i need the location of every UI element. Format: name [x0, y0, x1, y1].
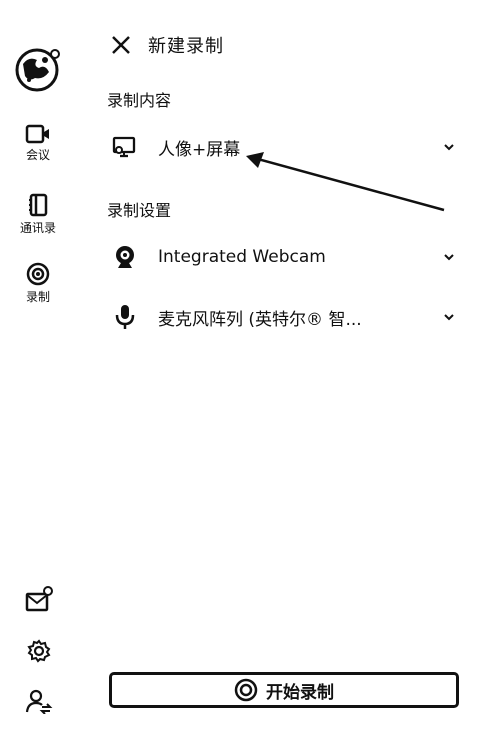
page-title: 新建录制 — [148, 36, 224, 57]
user-switch-button[interactable] — [22, 688, 56, 718]
sidebar-item-label: 录制 — [25, 290, 50, 304]
avatar[interactable] — [15, 46, 61, 92]
camera-value: Integrated Webcam — [158, 247, 326, 267]
video-camera-icon — [25, 124, 49, 144]
annotation-arrow-icon — [246, 152, 445, 212]
chevron-down-icon — [444, 254, 454, 261]
record-icon — [234, 678, 258, 702]
user-switch-icon — [25, 689, 53, 715]
contacts-book-icon — [29, 193, 48, 217]
mail-button[interactable] — [22, 586, 56, 618]
sidebar-item-record[interactable]: 录制 — [8, 262, 68, 304]
record-icon — [26, 262, 50, 286]
monitor-person-icon — [112, 136, 136, 158]
section-label-settings: 录制设置 — [107, 201, 172, 220]
sidebar-item-label: 通讯录 — [19, 221, 56, 235]
section-label-content: 录制内容 — [107, 91, 172, 110]
mail-notification-icon — [25, 586, 53, 612]
camera-select[interactable]: Integrated Webcam — [110, 240, 456, 274]
sidebar-item-label: 会议 — [25, 148, 50, 162]
close-icon[interactable] — [110, 34, 132, 56]
chevron-down-icon — [444, 314, 454, 321]
microphone-icon — [115, 305, 135, 329]
microphone-value: 麦克风阵列 (英特尔® 智... — [158, 309, 362, 330]
sidebar-item-meeting[interactable]: 会议 — [8, 124, 68, 162]
settings-button[interactable] — [22, 638, 56, 668]
webcam-icon — [116, 246, 134, 268]
settings-gear-icon — [27, 639, 51, 663]
microphone-select[interactable]: 麦克风阵列 (英特尔® 智... — [110, 300, 456, 334]
start-recording-label: 开始录制 — [266, 682, 334, 703]
dialog-header: 新建录制 — [110, 30, 224, 60]
sidebar-item-contacts[interactable]: 通讯录 — [8, 193, 68, 235]
start-recording-button[interactable]: 开始录制 — [109, 672, 459, 708]
